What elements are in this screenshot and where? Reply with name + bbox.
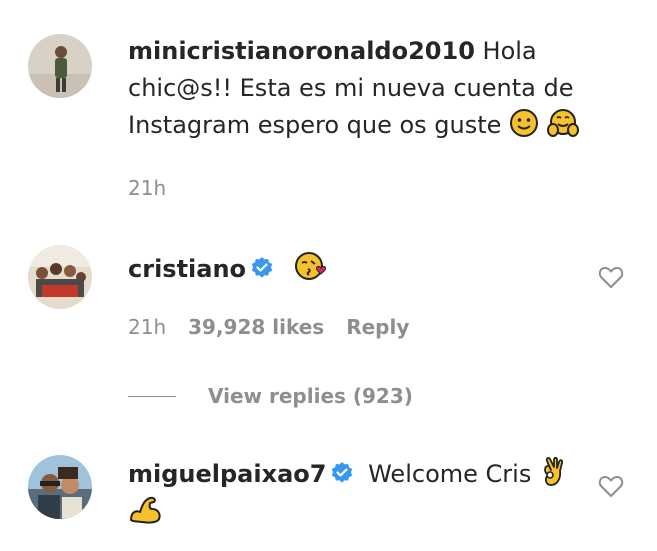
comment-body: cristiano (128, 250, 328, 288)
verified-badge-icon (332, 462, 353, 483)
verified-badge-icon (251, 257, 273, 278)
comment-text: chic@s!! Esta es mi nueva cuenta de (128, 74, 574, 102)
face-blowing-kiss-emoji (294, 252, 326, 280)
view-replies-button[interactable]: View replies (923) (128, 381, 413, 411)
hugging-face-emoji (546, 109, 579, 137)
view-replies-label: View replies (923) (208, 384, 413, 408)
avatar-miguelpaixao7[interactable] (28, 455, 92, 519)
comment-meta: 21h 39,928 likes Reply (128, 315, 409, 339)
slightly-smiling-face-emoji (510, 109, 539, 137)
comment-time[interactable]: 21h (128, 315, 166, 339)
comment-likes[interactable]: 39,928 likes (188, 315, 324, 339)
ok-hand-emoji (544, 457, 564, 486)
comment-time[interactable]: 21h (128, 176, 166, 200)
comment-text: Instagram espero que os guste (128, 111, 502, 139)
replies-divider (128, 395, 176, 397)
like-heart-icon[interactable] (598, 474, 624, 498)
avatar-cristiano[interactable] (28, 245, 92, 309)
avatar-minicristianoronaldo2010[interactable] (28, 34, 92, 98)
flexed-biceps-emoji (130, 496, 161, 524)
reply-button[interactable]: Reply (346, 315, 409, 339)
comment-text: Hola (482, 37, 537, 65)
comment-body: minicristianoronaldo2010 Hola chic@s!! E… (128, 33, 628, 144)
like-heart-icon[interactable] (598, 265, 624, 289)
comment-username[interactable]: miguelpaixao7 (128, 460, 326, 488)
comment-meta: 21h (128, 176, 166, 200)
comment-username[interactable]: cristiano (128, 255, 246, 283)
comment-username[interactable]: minicristianoronaldo2010 (128, 37, 475, 65)
comment-body: miguelpaixao7 Welcome Cris (128, 456, 568, 530)
comment-text: Welcome Cris (368, 460, 532, 488)
